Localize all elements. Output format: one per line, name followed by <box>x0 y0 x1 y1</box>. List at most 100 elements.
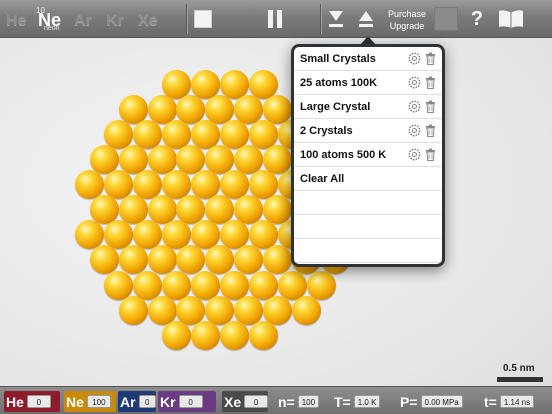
book-icon <box>499 10 523 28</box>
atom[interactable] <box>234 245 264 275</box>
atom[interactable] <box>104 270 134 300</box>
atom[interactable] <box>118 245 148 275</box>
scale-label: 0.5 nm <box>503 363 535 374</box>
atom[interactable] <box>147 295 177 325</box>
atom[interactable] <box>205 245 235 275</box>
element-kr-symbol: Kr <box>106 12 124 29</box>
trash-icon[interactable] <box>424 76 437 89</box>
atom[interactable] <box>263 295 293 325</box>
download-preset-button[interactable] <box>324 6 348 32</box>
atom[interactable] <box>306 270 336 300</box>
preset-item[interactable]: 2 Crystals <box>294 119 442 143</box>
element-xe-button[interactable]: Xe <box>136 4 168 32</box>
preset-label: Small Crystals <box>300 53 376 65</box>
element-symbol: Ar <box>120 393 136 410</box>
atom[interactable] <box>118 295 148 325</box>
stat-label: P= <box>400 393 418 410</box>
stat-value: 0.00 MPa <box>420 395 463 408</box>
element-kr-button[interactable]: Kr <box>104 4 136 32</box>
atom[interactable] <box>89 245 119 275</box>
preset-label: Clear All <box>300 173 345 185</box>
element-symbol: Ne <box>66 393 84 410</box>
gear-icon[interactable] <box>408 100 421 113</box>
preset-item[interactable]: Clear All <box>294 167 442 191</box>
stat-readout: P= 0.00 MPa <box>400 391 463 412</box>
stat-label: n= <box>278 393 295 410</box>
preset-label: 25 atoms 100K <box>300 77 378 89</box>
element-count-value: 0 <box>178 395 203 408</box>
gear-icon[interactable] <box>408 148 421 161</box>
element-count-value: 100 <box>86 395 111 408</box>
pause-icon <box>268 10 282 28</box>
element-count-ne: Ne 100 <box>64 391 116 412</box>
element-ne-button[interactable]: 10 Ne neon <box>36 4 68 32</box>
atom[interactable] <box>176 295 206 325</box>
arrow-down-icon <box>329 11 343 27</box>
atom[interactable] <box>133 270 163 300</box>
trash-icon[interactable] <box>424 100 437 113</box>
arrow-up-icon <box>359 11 373 27</box>
stat-value: 1.14 ns <box>499 395 535 408</box>
status-bar: He 0 Ne 100 Ar 0 Kr 0 Xe 0 n= 100 T= 1.0 K P= 0.00 MPa t… <box>0 386 552 414</box>
preset-item[interactable]: Large Crystal <box>294 95 442 119</box>
atom[interactable] <box>205 295 235 325</box>
atom[interactable] <box>248 320 278 350</box>
presets-list: Small Crystals 25 atoms 100K Large Crystal… <box>294 47 442 264</box>
element-count-xe: Xe 0 <box>222 391 268 412</box>
stat-label: T= <box>334 393 351 410</box>
preset-label: 100 atoms 500 K <box>300 149 387 161</box>
element-count-he: He 0 <box>4 391 60 412</box>
atom[interactable] <box>176 245 206 275</box>
gear-icon[interactable] <box>408 76 421 89</box>
stat-value: 100 <box>297 395 320 408</box>
atom[interactable] <box>248 270 278 300</box>
stat-readout: n= 100 <box>278 391 320 412</box>
atom[interactable] <box>162 270 192 300</box>
presets-popover: Small Crystals 25 atoms 100K Large Crystal… <box>291 44 445 267</box>
preset-item[interactable]: Small Crystals <box>294 47 442 71</box>
toolbar-divider <box>320 4 321 34</box>
trash-icon[interactable] <box>424 52 437 65</box>
element-count-kr: Kr 0 <box>158 391 216 412</box>
atom[interactable] <box>219 270 249 300</box>
stop-button[interactable] <box>190 6 216 32</box>
gear-icon[interactable] <box>408 124 421 137</box>
atom[interactable] <box>263 245 293 275</box>
atom[interactable] <box>292 295 322 325</box>
element-ne-name: neon <box>44 25 60 32</box>
trash-icon[interactable] <box>424 124 437 137</box>
book-button[interactable] <box>496 6 526 32</box>
preset-label: Large Crystal <box>300 101 371 113</box>
atom[interactable] <box>162 320 192 350</box>
scale-bar <box>497 377 543 382</box>
help-button[interactable]: ? <box>466 6 488 32</box>
simulation-canvas[interactable] <box>0 38 552 386</box>
element-he-button[interactable]: 2 He <box>4 4 36 32</box>
stat-readout: t= 1.14 ns <box>484 391 535 412</box>
trash-icon[interactable] <box>424 148 437 161</box>
atom[interactable] <box>277 270 307 300</box>
atom[interactable] <box>190 270 220 300</box>
pause-button[interactable] <box>262 6 288 32</box>
purchase-upgrade-button[interactable]: Purchase Upgrade <box>384 8 430 32</box>
stat-value: 1.0 K <box>353 395 381 408</box>
preset-label: 2 Crystals <box>300 125 353 137</box>
preset-item[interactable]: 25 atoms 100K <box>294 71 442 95</box>
preset-item[interactable] <box>294 239 442 263</box>
stat-label: t= <box>484 393 497 410</box>
atom[interactable] <box>219 320 249 350</box>
atom[interactable] <box>190 320 220 350</box>
help-icon: ? <box>470 7 484 30</box>
preset-item[interactable] <box>294 191 442 215</box>
preset-item[interactable] <box>294 215 442 239</box>
element-symbol: Kr <box>160 393 176 410</box>
element-ar-button[interactable]: Ar <box>72 4 104 32</box>
element-ar-symbol: Ar <box>74 12 92 29</box>
upload-preset-button[interactable] <box>354 6 378 32</box>
atom[interactable] <box>147 245 177 275</box>
graph-button[interactable] <box>434 7 458 31</box>
preset-item[interactable]: 100 atoms 500 K <box>294 143 442 167</box>
toolbar-divider <box>186 4 187 34</box>
gear-icon[interactable] <box>408 52 421 65</box>
atom[interactable] <box>234 295 264 325</box>
